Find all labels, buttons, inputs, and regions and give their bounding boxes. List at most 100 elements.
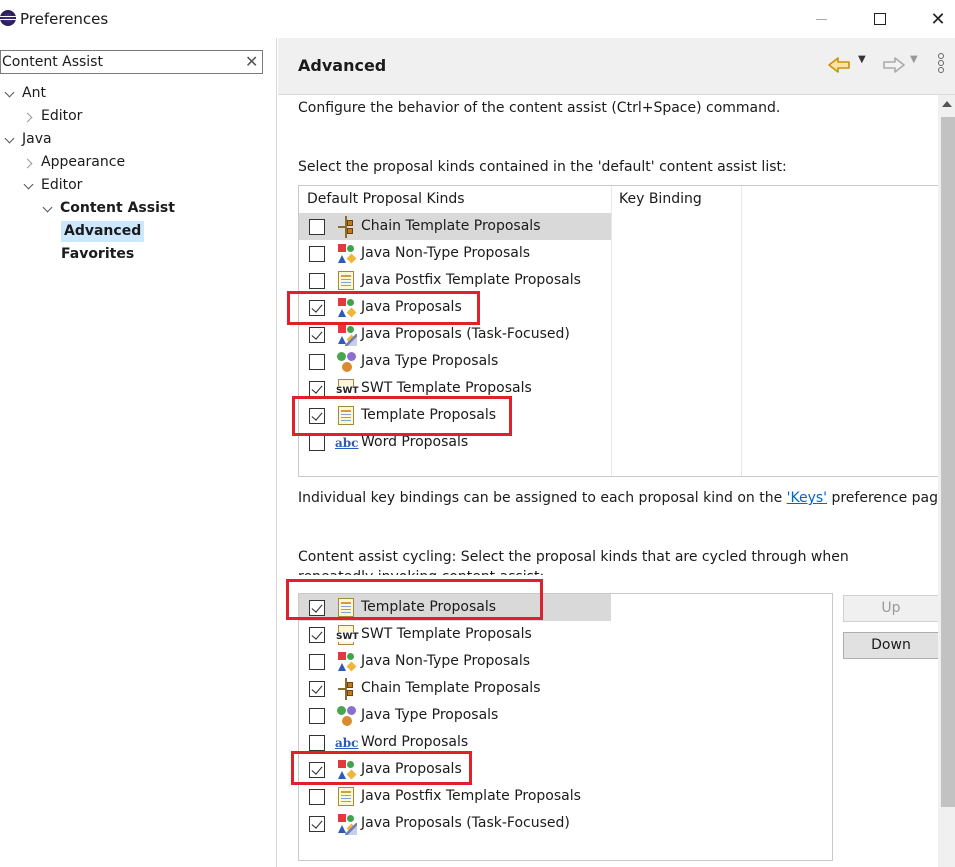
- checkbox-checked[interactable]: [309, 816, 325, 832]
- column-header-proposal-kinds[interactable]: Default Proposal Kinds: [307, 191, 465, 207]
- cycling-label: Content assist cycling: Select the propo…: [298, 549, 849, 575]
- proposal-label: Java Type Proposals: [361, 707, 499, 723]
- preference-page: Advanced ▼ ▼ Configure the behavior of t…: [278, 38, 955, 867]
- checkbox-unchecked[interactable]: [309, 735, 325, 751]
- eclipse-app-icon: [0, 10, 16, 26]
- key-bindings-note: Individual key bindings can be assigned …: [298, 490, 951, 506]
- cycling-proposal-kinds-list: Template Proposals SWT SWT Template Propos…: [298, 593, 833, 861]
- annotation-highlight: [292, 396, 512, 436]
- proposal-label: Chain Template Proposals: [361, 680, 541, 696]
- checkbox-checked[interactable]: [309, 381, 325, 397]
- checkbox-checked[interactable]: [309, 627, 325, 643]
- page-header: Advanced ▼ ▼: [278, 38, 955, 95]
- chevron-down-icon[interactable]: [4, 83, 16, 104]
- chevron-right-icon[interactable]: [23, 152, 35, 173]
- proposal-row[interactable]: Java Type Proposals: [299, 702, 611, 729]
- annotation-highlight: [291, 751, 472, 785]
- filter-box: ✕: [0, 50, 263, 74]
- proposal-row[interactable]: Java Non-Type Proposals: [299, 648, 611, 675]
- annotation-highlight: [286, 579, 543, 620]
- java-type-icon: [335, 705, 357, 727]
- checkbox-unchecked[interactable]: [309, 789, 325, 805]
- tree-item-label: Favorites: [61, 246, 135, 262]
- proposal-label: Java Postfix Template Proposals: [361, 788, 581, 804]
- proposal-row[interactable]: Java Non-Type Proposals: [299, 240, 611, 267]
- minimize-icon: [815, 18, 827, 20]
- preferences-tree-pane: ✕ Ant Editor Java Appearance Editor Content A…: [0, 38, 277, 867]
- proposal-row[interactable]: Chain Template Proposals: [299, 675, 611, 702]
- proposal-row[interactable]: Chain Template Proposals: [299, 213, 611, 240]
- back-arrow-icon[interactable]: [827, 55, 853, 75]
- word-icon-text: abc: [335, 736, 359, 750]
- window-title: Preferences: [20, 10, 109, 28]
- back-dropdown-icon[interactable]: ▼: [858, 54, 866, 65]
- default-list-label: Select the proposal kinds contained in t…: [298, 159, 787, 175]
- checkbox-checked[interactable]: [309, 681, 325, 697]
- up-button[interactable]: Up: [843, 595, 939, 622]
- checkbox-unchecked[interactable]: [309, 654, 325, 670]
- checkbox-unchecked[interactable]: [309, 246, 325, 262]
- key-bindings-note-text: Individual key bindings can be assigned …: [298, 490, 787, 506]
- proposal-label: Java Proposals (Task-Focused): [361, 815, 570, 831]
- swt-template-icon: SWT: [335, 624, 360, 646]
- checkbox-unchecked[interactable]: [309, 708, 325, 724]
- tree-item-label: Editor: [41, 108, 83, 124]
- annotation-highlight: [287, 291, 480, 325]
- java-proposals-icon: [335, 243, 357, 265]
- proposal-row[interactable]: Java Postfix Template Proposals: [299, 267, 611, 294]
- template-icon: [335, 786, 357, 808]
- key-bindings-note-tail: preference page.: [827, 490, 952, 506]
- forward-arrow-icon[interactable]: [880, 55, 906, 75]
- tree-item-label: Ant: [22, 85, 46, 101]
- checkbox-unchecked[interactable]: [309, 273, 325, 289]
- column-divider: [741, 186, 742, 476]
- proposal-row[interactable]: Java Proposals (Task-Focused): [299, 810, 611, 837]
- forward-dropdown-icon[interactable]: ▼: [910, 54, 918, 65]
- checkbox-unchecked[interactable]: [309, 219, 325, 235]
- chain-template-icon: [335, 678, 357, 700]
- filter-input[interactable]: [2, 51, 232, 73]
- chevron-down-icon[interactable]: [4, 129, 16, 150]
- tree-item-label: Advanced: [61, 221, 145, 242]
- scroll-up-arrow-icon[interactable]: [942, 101, 952, 107]
- proposal-label: Java Type Proposals: [361, 353, 499, 369]
- java-task-focused-icon: [335, 813, 357, 835]
- proposal-label: Java Non-Type Proposals: [361, 653, 531, 669]
- maximize-icon: [874, 13, 886, 25]
- checkbox-unchecked[interactable]: [309, 435, 325, 451]
- java-proposals-icon: [335, 651, 357, 673]
- proposal-row[interactable]: Java Type Proposals: [299, 348, 611, 375]
- minimize-button[interactable]: [796, 0, 846, 38]
- page-title: Advanced: [298, 56, 387, 75]
- keys-preference-link[interactable]: 'Keys': [787, 490, 827, 506]
- chevron-down-icon[interactable]: [42, 198, 54, 219]
- chevron-right-icon[interactable]: [23, 106, 35, 127]
- proposal-label: Java Proposals (Task-Focused): [361, 326, 570, 342]
- column-divider: [611, 186, 612, 476]
- proposal-row[interactable]: Java Proposals (Task-Focused): [299, 321, 611, 348]
- checkbox-checked[interactable]: [309, 327, 325, 343]
- close-button[interactable]: ✕: [913, 0, 955, 38]
- title-bar: Preferences ✕: [0, 0, 955, 38]
- column-header-key-binding[interactable]: Key Binding: [619, 191, 702, 207]
- scrollbar-thumb[interactable]: [941, 117, 955, 807]
- maximize-button[interactable]: [855, 0, 905, 38]
- java-task-focused-icon: [335, 324, 357, 346]
- vertical-scrollbar[interactable]: [938, 95, 955, 867]
- clear-filter-icon[interactable]: ✕: [245, 52, 258, 71]
- template-icon: [335, 270, 357, 292]
- tree-item-label: Appearance: [41, 154, 126, 170]
- proposal-label: Chain Template Proposals: [361, 218, 541, 234]
- tree-item-label: Content Assist: [60, 200, 175, 216]
- down-button[interactable]: Down: [843, 632, 939, 659]
- close-icon: ✕: [930, 8, 946, 30]
- word-icon-text: abc: [335, 436, 359, 450]
- proposal-row[interactable]: Java Postfix Template Proposals: [299, 783, 611, 810]
- chevron-down-icon[interactable]: [23, 175, 35, 196]
- tree-item-label: Java: [22, 131, 52, 147]
- chain-template-icon: [335, 216, 357, 238]
- checkbox-unchecked[interactable]: [309, 354, 325, 370]
- proposal-row[interactable]: SWT SWT Template Proposals: [299, 621, 611, 648]
- proposal-label: SWT Template Proposals: [361, 626, 532, 642]
- view-menu-icon[interactable]: [938, 52, 948, 80]
